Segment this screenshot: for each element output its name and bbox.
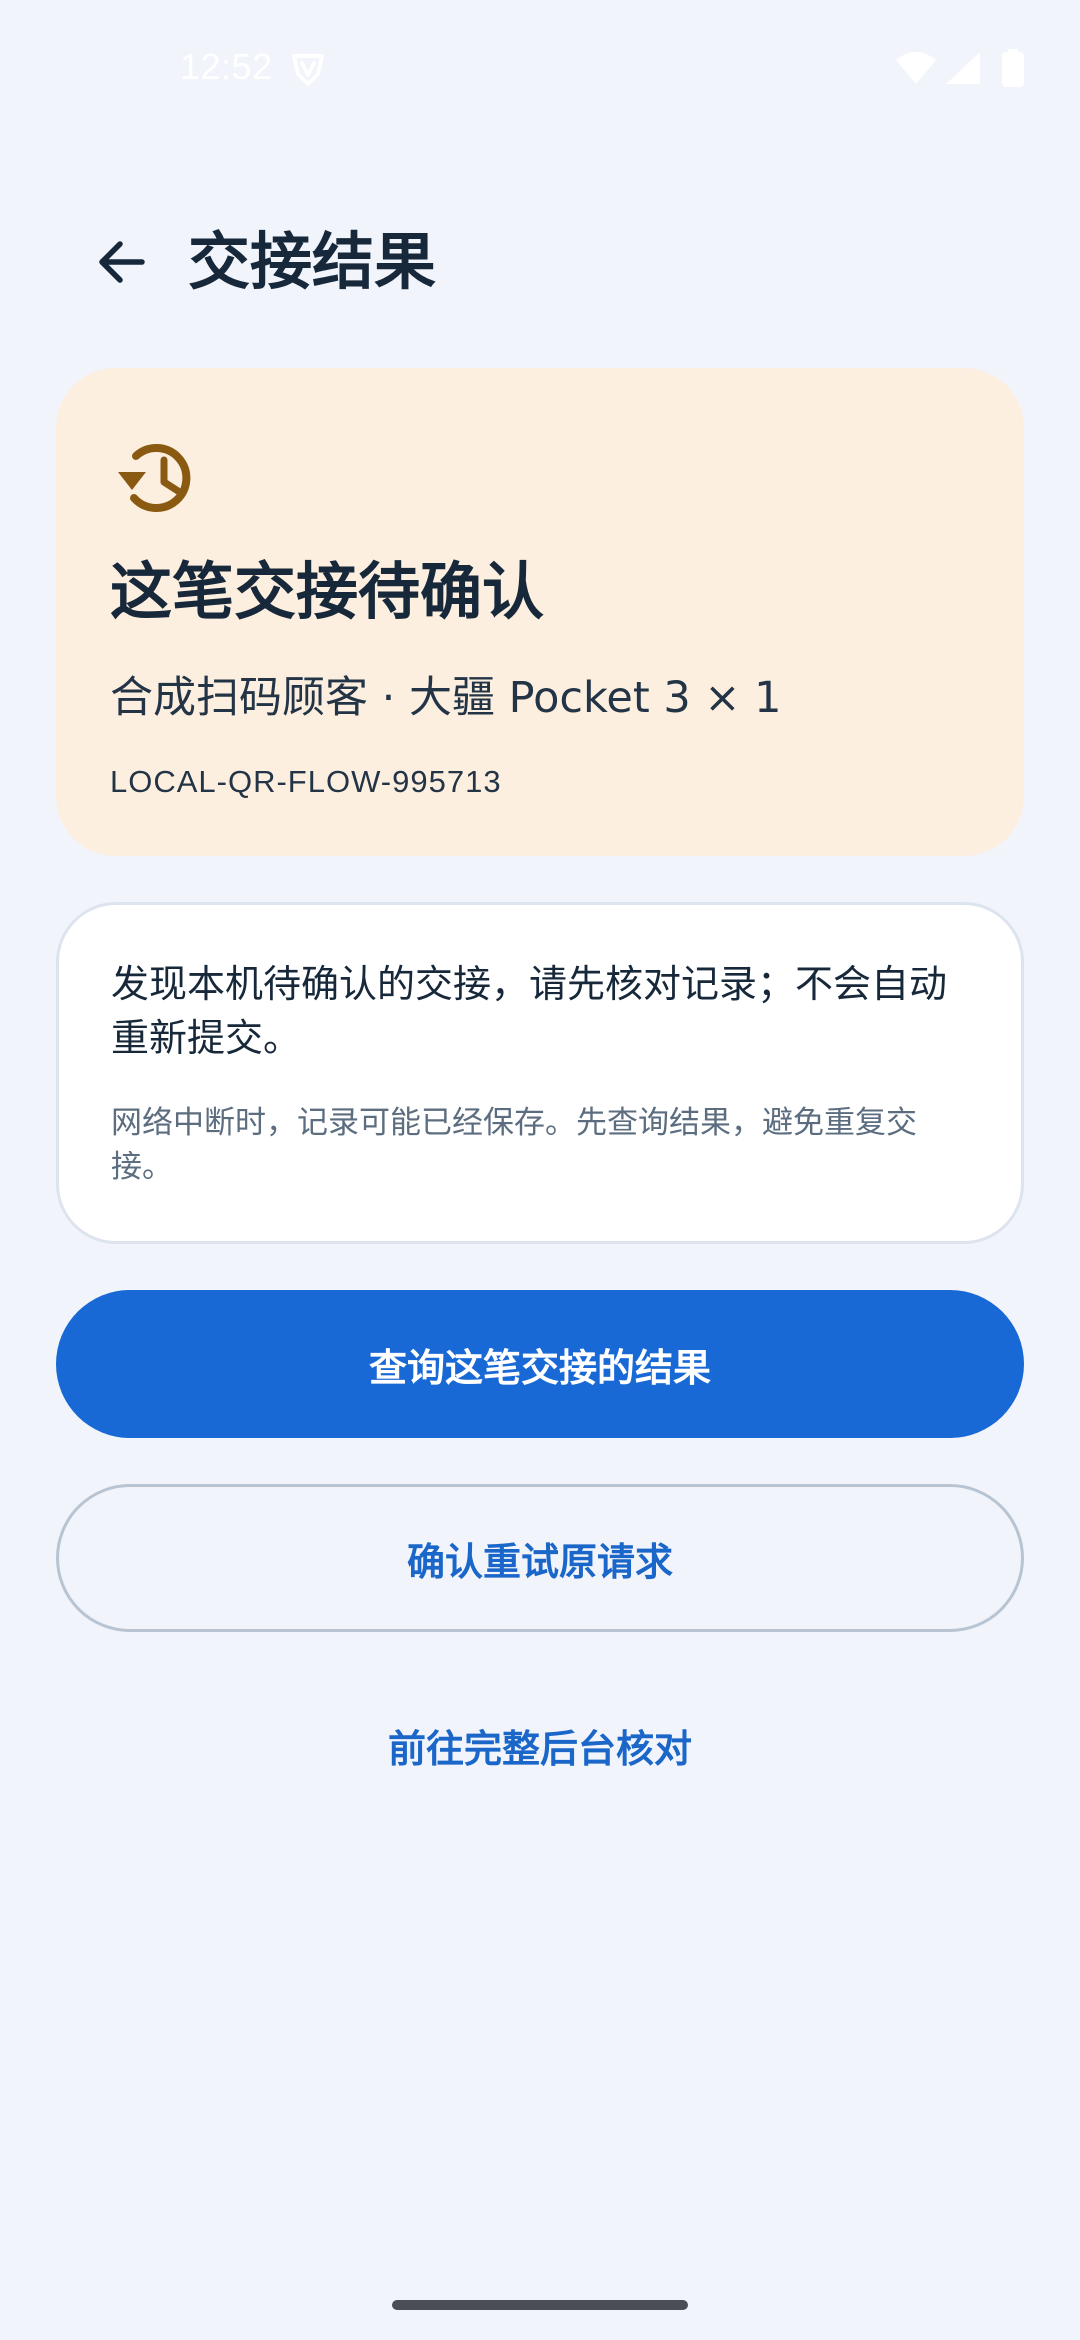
app-bar: 交接结果 [0, 200, 1080, 320]
status-time: 12:52 [180, 46, 273, 87]
status-headline: 这笔交接待确认 [110, 555, 545, 628]
notice-hint: 网络中断时，记录可能已经保存。先查询结果，避免重复交接。 [111, 1105, 917, 1185]
arrow-left-icon [99, 241, 145, 283]
back-button[interactable] [80, 220, 164, 304]
open-full-backend-link[interactable]: 前往完整后台核对 [56, 1700, 1024, 1790]
notice-card: 发现本机待确认的交接，请先核对记录；不会自动重新提交。 网络中断时，记录可能已经… [56, 902, 1024, 1244]
notice-message: 发现本机待确认的交接，请先核对记录；不会自动重新提交。 [111, 962, 948, 1060]
retry-request-button[interactable]: 确认重试原请求 [56, 1484, 1024, 1632]
history-icon [110, 428, 206, 524]
page-title: 交接结果 [188, 225, 437, 298]
cellular-signal-icon [944, 50, 982, 90]
battery-icon [1002, 49, 1024, 91]
status-icons [894, 49, 1024, 91]
wifi-icon [894, 50, 938, 90]
home-indicator[interactable] [392, 2300, 688, 2310]
reference-id: LOCAL-QR-FLOW-995713 [110, 764, 502, 799]
query-result-button[interactable]: 查询这笔交接的结果 [56, 1290, 1024, 1438]
customer-item-summary: 合成扫码顾客 · 大疆 Pocket 3 × 1 [110, 673, 782, 723]
shield-icon [288, 50, 328, 90]
handover-status-card: 这笔交接待确认 合成扫码顾客 · 大疆 Pocket 3 × 1 LOCAL-Q… [56, 368, 1024, 856]
status-bar: 12:52 [0, 0, 1080, 140]
